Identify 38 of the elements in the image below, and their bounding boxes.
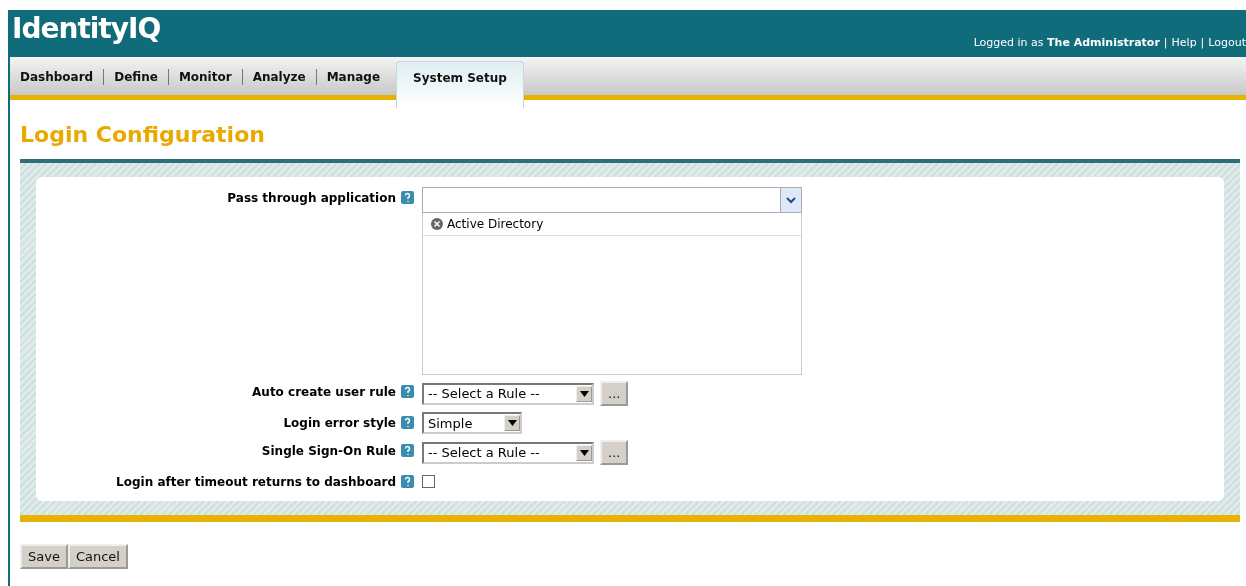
browse-button[interactable]: ... — [600, 381, 629, 406]
separator: | — [1163, 36, 1168, 49]
help-icon[interactable] — [401, 385, 414, 398]
selected-item[interactable]: Active Directory — [423, 213, 801, 236]
nav-tab[interactable]: System Setup — [396, 61, 524, 108]
help-icon[interactable] — [401, 416, 414, 429]
form-button[interactable]: Save — [20, 544, 68, 569]
separator: | — [1200, 36, 1205, 49]
form-button[interactable]: Cancel — [67, 544, 128, 569]
header-link[interactable]: Help — [1171, 36, 1197, 49]
logo: IdentityIQ — [12, 12, 161, 45]
nav-tab[interactable]: Analyze — [242, 69, 317, 85]
remove-icon[interactable] — [431, 218, 443, 230]
header-link[interactable]: Logout — [1208, 36, 1246, 49]
dropdown-icon — [504, 415, 520, 431]
help-icon[interactable] — [401, 444, 414, 457]
field-label: Single Sign-On Rule — [260, 444, 396, 458]
rule-select[interactable]: Simple — [422, 412, 522, 434]
help-icon[interactable] — [401, 475, 414, 488]
chevron-down-icon — [786, 196, 796, 204]
dropdown-icon — [576, 385, 592, 402]
nav-tab[interactable]: Monitor — [168, 69, 243, 85]
field-label: Pass through application — [226, 191, 396, 205]
checkbox[interactable] — [422, 475, 435, 488]
rule-select[interactable]: -- Select a Rule -- — [422, 382, 594, 405]
nav-tab[interactable]: Dashboard — [10, 69, 105, 85]
field-label: Auto create user rule — [251, 385, 396, 399]
rule-select[interactable]: -- Select a Rule -- — [422, 441, 594, 464]
nav-tab[interactable]: Define — [104, 69, 169, 85]
logged-in-text: Logged in as The Administrator — [973, 36, 1160, 49]
nav-tab[interactable]: Manage — [316, 69, 391, 85]
page-title: Login Configuration — [20, 122, 266, 147]
field-label: Login after timeout returns to dashboard — [115, 475, 396, 489]
field-label: Login error style — [282, 416, 396, 430]
help-icon[interactable] — [401, 191, 414, 204]
application-combo[interactable] — [422, 187, 802, 213]
dropdown-icon — [576, 444, 592, 461]
browse-button[interactable]: ... — [600, 440, 629, 465]
